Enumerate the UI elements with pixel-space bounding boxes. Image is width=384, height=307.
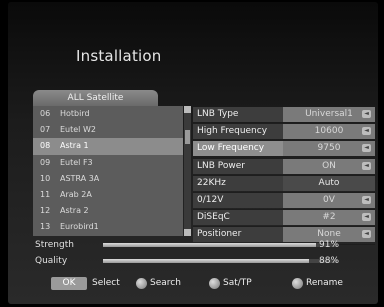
setting-value[interactable]: ON ◄ <box>283 158 375 174</box>
page-title: Installation <box>76 47 162 65</box>
strength-track <box>103 243 337 247</box>
satellite-list-item[interactable]: 07 Eutel W2 <box>33 122 183 138</box>
setting-value-text: 0V <box>323 194 335 205</box>
setting-value[interactable]: #2 ◄ <box>283 210 375 226</box>
setting-label: Low Frequency <box>193 141 283 157</box>
option-arrow-icon[interactable]: ◄ <box>362 213 371 222</box>
setting-value-text: Universal1 <box>305 109 353 119</box>
satellite-name: ASTRA 3A <box>60 173 100 183</box>
satellite-number: 08 <box>40 141 51 151</box>
scroll-thumb[interactable] <box>185 130 190 144</box>
strength-percent: 91% <box>319 240 340 250</box>
tv-screen: Installation ALL Satellite 06 Hotbird 07 Eu… <box>8 2 378 304</box>
satellite-list-item[interactable]: 13 Eurobird1 <box>33 219 183 235</box>
setting-value-text: ON <box>322 160 336 171</box>
setting-row[interactable]: Low Frequency 9750 ◄ <box>193 141 375 159</box>
setting-row[interactable]: 22KHz Auto <box>193 175 375 193</box>
setting-value[interactable]: 9750 ◄ <box>283 141 375 157</box>
option-arrow-icon[interactable]: ◄ <box>362 127 371 136</box>
strength-fill <box>103 243 316 247</box>
satellite-name: Hotbird <box>60 109 90 118</box>
setting-value-text: 10600 <box>314 126 344 137</box>
satellite-name: Astra 2 <box>60 206 89 216</box>
lnb-settings-panel: LNB Type Universal1 ◄ High Frequency 10600 ◄ L… <box>193 107 375 245</box>
tab-all-satellite[interactable]: ALL Satellite <box>33 90 158 106</box>
setting-value[interactable]: Universal1 ◄ <box>283 107 375 122</box>
quality-percent: 88% <box>319 256 340 266</box>
setting-label: 0/12V <box>193 192 283 208</box>
setting-value[interactable]: 0V ◄ <box>283 192 375 208</box>
setting-label: DiSEqC <box>193 210 283 226</box>
strength-meter: Strength 91% <box>33 239 375 251</box>
quality-track <box>103 259 337 263</box>
setting-row[interactable]: High Frequency 10600 ◄ <box>193 124 375 142</box>
setting-label: 22KHz <box>193 175 283 191</box>
setting-value-text: Auto <box>318 177 340 188</box>
setting-value-text: 9750 <box>317 143 341 154</box>
setting-value-text: #2 <box>322 212 336 223</box>
satellite-name: Astra 1 <box>60 141 89 151</box>
rename-key-icon[interactable] <box>292 278 303 289</box>
footer-key-hints: OK Select Search Sat/TP Rename <box>8 276 378 292</box>
option-arrow-icon[interactable]: ◄ <box>362 161 371 170</box>
setting-row[interactable]: 0/12V 0V ◄ <box>193 192 375 211</box>
setting-row[interactable]: DiSEqC #2 ◄ <box>193 210 375 228</box>
scroll-up-icon[interactable] <box>184 106 191 113</box>
satellite-number: 10 <box>40 173 51 183</box>
satellite-list-item[interactable]: 11 Arab 2A <box>33 187 183 203</box>
setting-label: LNB Type <box>193 107 283 122</box>
option-arrow-icon[interactable]: ◄ <box>362 195 371 204</box>
setting-row[interactable]: LNB Type Universal1 ◄ <box>193 107 375 125</box>
satellite-number: 11 <box>40 189 51 199</box>
sat-tp-key-icon[interactable] <box>209 278 220 289</box>
quality-fill <box>103 259 309 263</box>
scroll-down-icon[interactable] <box>184 229 191 236</box>
option-arrow-icon[interactable]: ◄ <box>362 230 371 239</box>
ok-button[interactable]: OK <box>51 277 87 290</box>
satellite-number: 06 <box>40 109 51 118</box>
satellite-number: 07 <box>40 125 51 135</box>
setting-value-text: None <box>317 229 341 240</box>
satellite-list-item[interactable]: 10 ASTRA 3A <box>33 171 183 187</box>
quality-label: Quality <box>35 256 68 266</box>
setting-row[interactable]: LNB Power ON ◄ <box>193 158 375 176</box>
satellite-list-item[interactable]: 12 Astra 2 <box>33 203 183 219</box>
setting-value[interactable]: Auto <box>283 175 375 191</box>
satellite-list-scrollbar[interactable] <box>184 106 191 236</box>
satellite-name: Eutel F3 <box>60 157 93 167</box>
satellite-name: Arab 2A <box>60 189 92 199</box>
search-key-icon[interactable] <box>136 278 147 289</box>
satellite-list: 06 Hotbird 07 Eutel W2 08 Astra 1 09 Eutel F3 10… <box>33 106 183 236</box>
search-hint: Search <box>150 278 181 288</box>
satellite-number: 09 <box>40 157 51 167</box>
setting-label: LNB Power <box>193 158 283 174</box>
satellite-list-item[interactable]: 09 Eutel F3 <box>33 155 183 171</box>
sat-tp-hint: Sat/TP <box>223 278 252 288</box>
option-arrow-icon[interactable]: ◄ <box>362 110 371 118</box>
setting-value[interactable]: 10600 ◄ <box>283 124 375 140</box>
satellite-name: Eurobird1 <box>60 222 99 232</box>
rename-hint: Rename <box>306 278 343 288</box>
quality-meter: Quality 88% <box>33 255 375 267</box>
select-hint: Select <box>92 278 120 288</box>
option-arrow-icon[interactable]: ◄ <box>362 144 371 153</box>
satellite-list-item[interactable]: 08 Astra 1 <box>33 138 183 155</box>
setting-label: High Frequency <box>193 124 283 140</box>
satellite-name: Eutel W2 <box>60 125 96 135</box>
satellite-number: 13 <box>40 222 51 232</box>
satellite-number: 12 <box>40 206 51 216</box>
strength-label: Strength <box>35 240 74 250</box>
satellite-list-item[interactable]: 06 Hotbird <box>33 106 183 122</box>
